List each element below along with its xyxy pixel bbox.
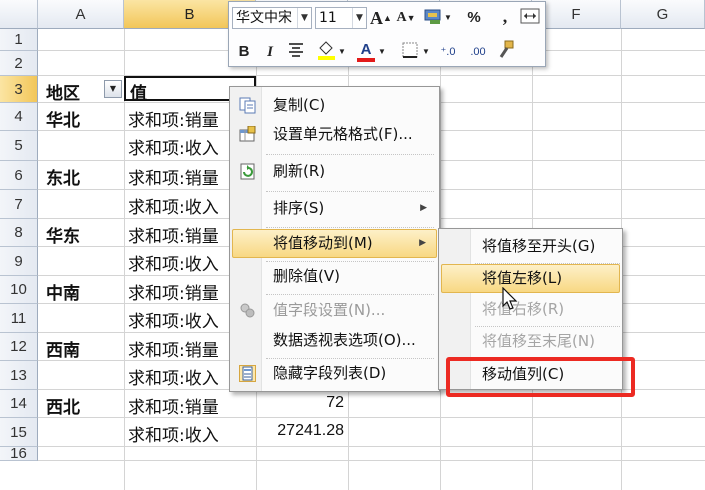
- format-painter-box-button[interactable]: [519, 7, 541, 29]
- menu-separator: [266, 191, 434, 192]
- row-header-4[interactable]: 4: [0, 103, 38, 131]
- row-header-7[interactable]: 7: [0, 190, 38, 219]
- row-header-2[interactable]: 2: [0, 51, 38, 76]
- submenu-item-move-right[interactable]: 将值右移(R): [441, 295, 620, 324]
- filter-dropdown-button[interactable]: ▼: [104, 80, 122, 98]
- decrease-decimal-button[interactable]: .00: [467, 41, 489, 63]
- row-header-14[interactable]: 14: [0, 390, 38, 418]
- cell-region[interactable]: 华东: [46, 222, 80, 247]
- font-color-swatch: [357, 58, 375, 62]
- row-header-6[interactable]: 6: [0, 161, 38, 190]
- row-header-13[interactable]: 13: [0, 361, 38, 390]
- cell-region[interactable]: 西北: [46, 393, 80, 418]
- row-header-16[interactable]: 16: [0, 446, 38, 461]
- menu-item-copy[interactable]: 复制(C): [232, 91, 437, 120]
- row-header-12[interactable]: 12: [0, 333, 38, 361]
- chevron-right-icon: ▶: [419, 238, 426, 248]
- row-header-3[interactable]: 3: [0, 76, 38, 103]
- borders-icon: [402, 42, 418, 58]
- menu-item-value-field-settings[interactable]: 值字段设置(N)...: [232, 296, 437, 325]
- cell-value-label[interactable]: 求和项:销量: [128, 393, 254, 418]
- menu-item-refresh[interactable]: 刷新(R): [232, 157, 437, 186]
- percent-button[interactable]: %: [463, 7, 485, 29]
- center-align-button[interactable]: [285, 41, 307, 63]
- menu-separator: [266, 154, 434, 155]
- accounting-format-button[interactable]: [423, 7, 445, 29]
- paint-bucket-icon: [318, 41, 335, 60]
- font-name-combo[interactable]: 华文中宋 ▼: [232, 7, 312, 29]
- font-name-value: 华文中宋: [236, 10, 292, 26]
- grid-line: [0, 75, 705, 76]
- align-center-icon: [289, 43, 303, 57]
- menu-item-pivot-options[interactable]: 数据透视表选项(O)...: [232, 326, 437, 355]
- italic-button[interactable]: I: [259, 41, 281, 63]
- merge-cells-icon: [520, 8, 540, 24]
- menu-separator: [266, 294, 434, 295]
- mini-toolbar: 华文中宋 ▼ 11 ▼ A▲ A▼ ▼ % , B I ▼ A ▼ ▼ ⁺.0 …: [228, 1, 546, 67]
- format-cells-icon: [239, 125, 256, 143]
- grid-line: [0, 446, 705, 447]
- field-list-icon: [239, 365, 256, 382]
- font-size-combo[interactable]: 11 ▼: [315, 7, 367, 29]
- menu-item-sort[interactable]: 排序(S) ▶: [232, 194, 437, 223]
- font-color-button[interactable]: A: [355, 39, 377, 62]
- fill-color-dropdown[interactable]: ▼: [337, 41, 347, 63]
- field-settings-icon: [239, 302, 256, 319]
- menu-item-move-value-to[interactable]: 将值移动到(M) ▶: [232, 229, 437, 258]
- submenu-item-move-to-beginning[interactable]: 将值移至开头(G): [441, 232, 620, 261]
- menu-item-delete-value[interactable]: 删除值(V): [232, 262, 437, 291]
- cell-region[interactable]: 华北: [46, 106, 80, 131]
- format-painter-icon: [499, 40, 514, 58]
- cell-number[interactable]: 27241.28: [258, 422, 344, 440]
- menu-item-format-cells[interactable]: 设置单元格格式(F)...: [232, 120, 437, 149]
- chevron-down-icon[interactable]: ▼: [352, 8, 366, 28]
- row-header-9[interactable]: 9: [0, 247, 38, 276]
- context-menu: 复制(C) 设置单元格格式(F)... 刷新(R) 排序(S) ▶ 将值移动到(…: [229, 86, 440, 392]
- grow-font-button[interactable]: A▲: [370, 7, 392, 29]
- cell-region[interactable]: 中南: [46, 279, 80, 304]
- cell-a3-region-header[interactable]: 地区: [46, 79, 80, 104]
- cell-value-label[interactable]: 求和项:收入: [128, 421, 254, 446]
- cell-number[interactable]: 72: [258, 394, 344, 412]
- red-highlight-box: [446, 357, 635, 397]
- row-header-11[interactable]: 11: [0, 304, 38, 333]
- accounting-icon: [424, 9, 441, 24]
- increase-decimal-button[interactable]: ⁺.0: [437, 41, 459, 63]
- borders-button[interactable]: [399, 41, 421, 63]
- refresh-icon: [239, 163, 256, 180]
- copy-icon: [239, 97, 256, 114]
- row-header-15[interactable]: 15: [0, 418, 38, 447]
- mouse-cursor-icon: [502, 287, 518, 310]
- comma-style-button[interactable]: ,: [494, 5, 516, 27]
- fill-color-button[interactable]: [315, 39, 337, 61]
- grid-line: [0, 417, 705, 418]
- column-header-g[interactable]: G: [621, 0, 705, 29]
- menu-separator: [266, 227, 434, 228]
- column-header-a[interactable]: A: [38, 0, 124, 29]
- shrink-font-button[interactable]: A▼: [395, 7, 417, 29]
- submenu-item-move-to-end[interactable]: 将值移至末尾(N): [441, 327, 620, 356]
- cell-b3-value-header[interactable]: 值: [130, 79, 147, 104]
- cell-region[interactable]: 东北: [46, 164, 80, 189]
- accounting-dropdown[interactable]: ▼: [443, 7, 453, 29]
- borders-dropdown[interactable]: ▼: [421, 41, 431, 63]
- row-header-5[interactable]: 5: [0, 131, 38, 161]
- bold-button[interactable]: B: [233, 41, 255, 63]
- row-header-8[interactable]: 8: [0, 219, 38, 247]
- chevron-right-icon: ▶: [420, 203, 427, 213]
- font-size-value: 11: [319, 10, 337, 26]
- cell-region[interactable]: 西南: [46, 336, 80, 361]
- format-painter-button[interactable]: [495, 39, 517, 61]
- font-color-dropdown[interactable]: ▼: [377, 41, 387, 63]
- menu-item-hide-field-list[interactable]: 隐藏字段列表(D): [232, 359, 437, 388]
- row-header-10[interactable]: 10: [0, 276, 38, 304]
- chevron-down-icon[interactable]: ▼: [297, 8, 311, 28]
- submenu-item-move-left[interactable]: 将值左移(L): [441, 264, 620, 293]
- corner-select-all[interactable]: [0, 0, 38, 29]
- row-header-1[interactable]: 1: [0, 29, 38, 51]
